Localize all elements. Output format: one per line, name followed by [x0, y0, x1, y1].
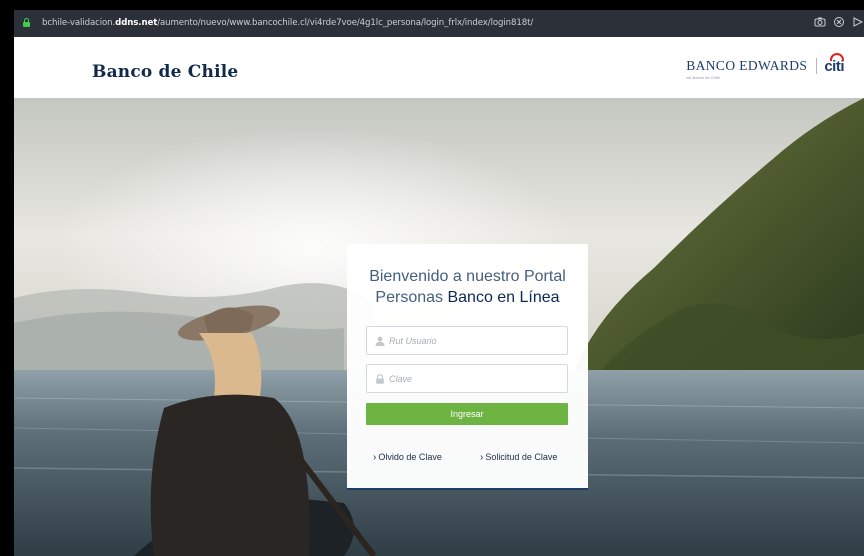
chevron-right-icon: › [480, 452, 484, 463]
olvido-de-clave-label: Olvido de Clave [378, 452, 442, 462]
rut-usuario-input[interactable] [389, 332, 564, 350]
olvido-de-clave-link[interactable]: › Olvido de Clave [373, 452, 442, 463]
ingresar-button[interactable]: Ingresar [366, 403, 568, 425]
url-host: ddns.net [115, 18, 158, 28]
login-title-line2-prefix: Personas [375, 289, 444, 306]
url-prefix: bchile-validacion. [42, 18, 116, 28]
padlock-icon [375, 374, 385, 384]
lock-icon [23, 18, 30, 27]
clave-input[interactable] [389, 370, 564, 388]
logo-divider [816, 58, 818, 74]
clave-field[interactable] [366, 364, 568, 393]
login-card: Bienvenido a nuestro Portal Personas Ban… [347, 244, 588, 490]
banco-edwards-text: BANCO EDWARDS [686, 58, 808, 73]
citi-logo: citi [824, 52, 844, 75]
banco-de-chile-logo[interactable]: Banco de Chile [92, 62, 238, 82]
site-header: Banco de Chile BANCO EDWARDS del Banco d… [14, 37, 864, 98]
send-icon[interactable] [852, 16, 864, 28]
address-bar-tools [814, 16, 864, 28]
login-title-line2-strong: Banco en Línea [447, 289, 560, 306]
rut-usuario-field[interactable] [366, 326, 568, 355]
login-title-line1: Bienvenido a nuestro Portal [369, 268, 566, 285]
url-text[interactable]: bchile-validacion.ddns.net/aumento/nuevo… [42, 18, 533, 28]
solicitud-de-clave-link[interactable]: › Solicitud de Clave [480, 452, 557, 463]
solicitud-de-clave-label: Solicitud de Clave [485, 452, 558, 462]
screen-frame: bchile-validacion.ddns.net/aumento/nuevo… [0, 0, 864, 556]
shield-icon[interactable] [833, 16, 845, 28]
browser-viewport: bchile-validacion.ddns.net/aumento/nuevo… [14, 10, 864, 556]
chevron-right-icon: › [373, 452, 377, 463]
citi-arc-icon [830, 52, 845, 61]
banco-edwards-subtext: del Banco de Chile [686, 75, 720, 80]
user-icon [375, 336, 385, 346]
banco-edwards-citi-logo[interactable]: BANCO EDWARDS del Banco de Chile citi [686, 52, 844, 80]
login-title: Bienvenido a nuestro Portal Personas Ban… [347, 266, 588, 308]
url-path: /aumento/nuevo/www.bancochile.cl/vi4rde7… [157, 18, 534, 28]
address-bar[interactable]: bchile-validacion.ddns.net/aumento/nuevo… [14, 10, 864, 37]
camera-icon[interactable] [814, 16, 826, 28]
hero-background-image: Bienvenido a nuestro Portal Personas Ban… [14, 98, 864, 556]
